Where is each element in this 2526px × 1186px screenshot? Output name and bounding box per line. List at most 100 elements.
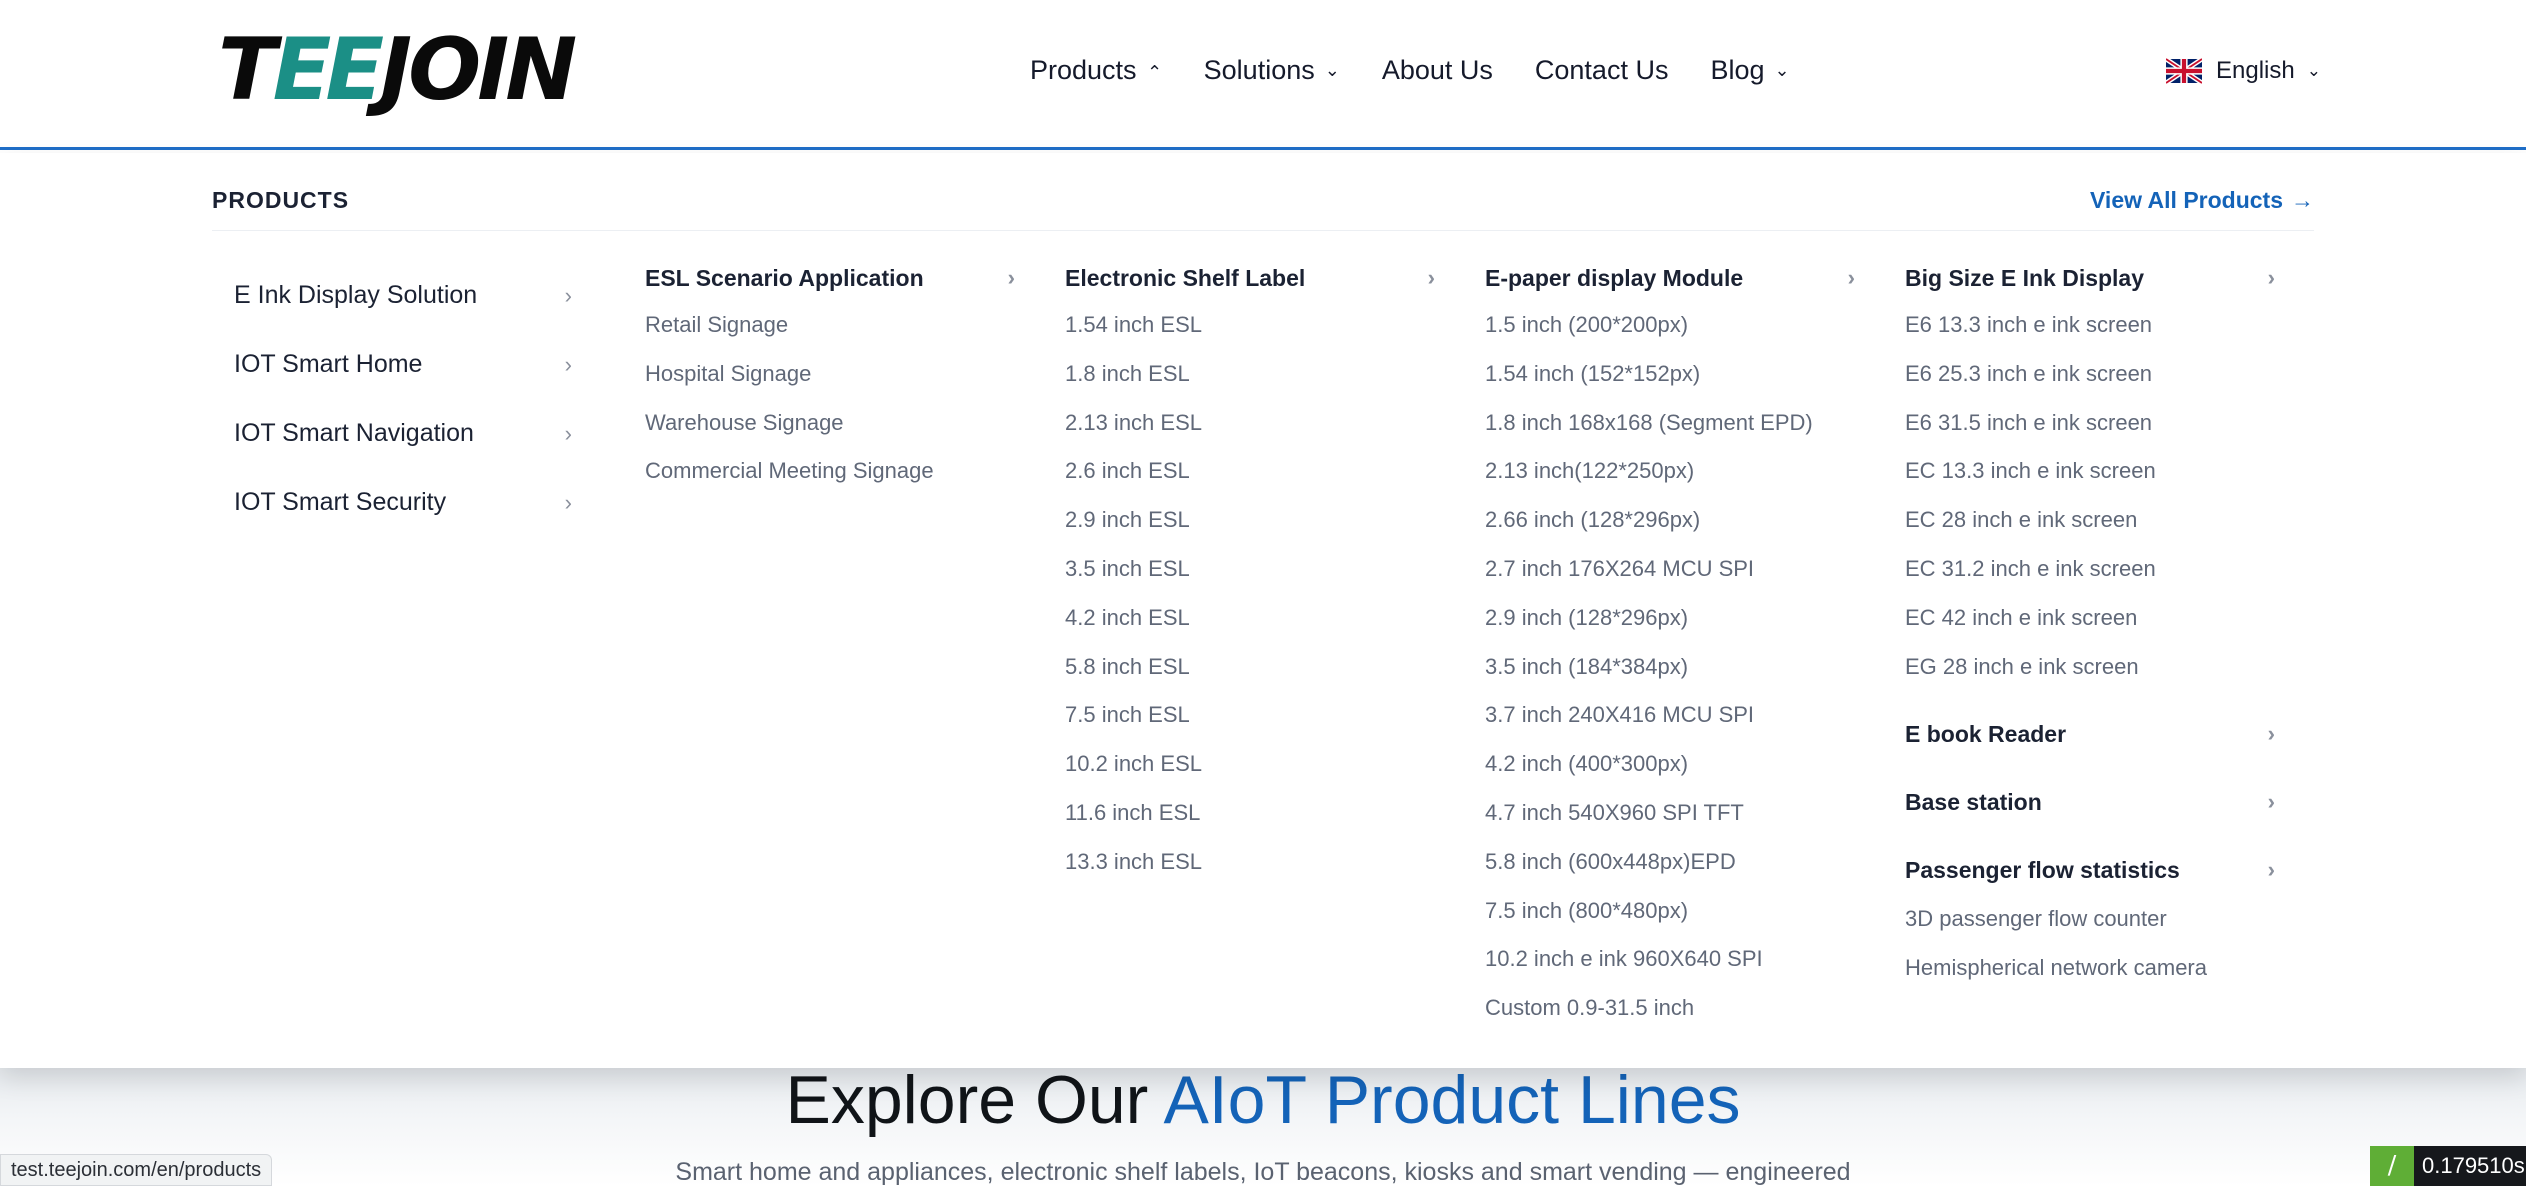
nav-blog[interactable]: Blog ⌄ bbox=[1710, 55, 1789, 86]
big-size-link[interactable]: EC 13.3 inch e ink screen bbox=[1905, 447, 2275, 496]
epaper-link[interactable]: Custom 0.9-31.5 inch bbox=[1485, 984, 1855, 1033]
esl-link[interactable]: 1.54 inch ESL bbox=[1065, 301, 1435, 350]
nav-contact-us[interactable]: Contact Us bbox=[1535, 55, 1669, 86]
passenger-flow-heading[interactable]: Passenger flow statistics › bbox=[1905, 845, 2275, 895]
esl-scenario-link[interactable]: Retail Signage bbox=[645, 301, 1015, 350]
group-title: Big Size E Ink Display bbox=[1905, 264, 2145, 291]
timer-overlay: ⧸ 0.179510s bbox=[2370, 1146, 2526, 1186]
category-label: IOT Smart Navigation bbox=[234, 419, 474, 447]
big-size-link[interactable]: EC 42 inch e ink screen bbox=[1905, 594, 2275, 643]
epaper-link[interactable]: 2.66 inch (128*296px) bbox=[1485, 496, 1855, 545]
esl-link[interactable]: 1.8 inch ESL bbox=[1065, 350, 1435, 399]
epaper-link[interactable]: 2.13 inch(122*250px) bbox=[1485, 447, 1855, 496]
big-size-heading[interactable]: Big Size E Ink Display › bbox=[1905, 255, 2275, 301]
category-e-ink-display-solution[interactable]: E Ink Display Solution › bbox=[234, 261, 572, 330]
group-title: E-paper display Module bbox=[1485, 264, 1744, 291]
chevron-right-icon: › bbox=[1847, 265, 1855, 290]
chevron-right-icon: › bbox=[564, 420, 572, 446]
chevron-right-icon: › bbox=[2267, 789, 2275, 815]
group-title: Electronic Shelf Label bbox=[1065, 264, 1306, 291]
big-size-column: Big Size E Ink Display › E6 13.3 inch e … bbox=[1905, 255, 2275, 993]
epaper-heading[interactable]: E-paper display Module › bbox=[1485, 255, 1855, 301]
big-size-link[interactable]: E6 31.5 inch e ink screen bbox=[1905, 399, 2275, 448]
nav-contact-us-label: Contact Us bbox=[1534, 54, 1669, 85]
esl-scenario-column: ESL Scenario Application › Retail Signag… bbox=[645, 255, 1015, 496]
esl-link[interactable]: 13.3 inch ESL bbox=[1065, 838, 1435, 887]
chevron-right-icon: › bbox=[564, 351, 572, 377]
epaper-link[interactable]: 3.5 inch (184*384px) bbox=[1485, 643, 1855, 692]
logo-part-t: T bbox=[218, 20, 277, 120]
esl-scenario-heading[interactable]: ESL Scenario Application › bbox=[645, 255, 1015, 301]
category-label: IOT Smart Security bbox=[234, 488, 447, 516]
hero-title-accent: AIoT Product Lines bbox=[1163, 1062, 1741, 1138]
epaper-link[interactable]: 4.2 inch (400*300px) bbox=[1485, 740, 1855, 789]
epaper-link[interactable]: 7.5 inch (800*480px) bbox=[1485, 887, 1855, 936]
nav-about-us[interactable]: About Us bbox=[1382, 55, 1493, 86]
category-iot-smart-navigation[interactable]: IOT Smart Navigation › bbox=[234, 399, 572, 468]
big-size-link[interactable]: E6 25.3 inch e ink screen bbox=[1905, 350, 2275, 399]
esl-link[interactable]: 4.2 inch ESL bbox=[1065, 594, 1435, 643]
esl-link[interactable]: 2.6 inch ESL bbox=[1065, 447, 1435, 496]
logo-part-join: JOIN bbox=[380, 20, 577, 120]
esl-link[interactable]: 11.6 inch ESL bbox=[1065, 789, 1435, 838]
arrow-right-icon: → bbox=[2291, 187, 2314, 213]
language-selector[interactable]: English ⌄ bbox=[2166, 54, 2321, 88]
nav-about-us-label: About Us bbox=[1381, 54, 1493, 85]
view-all-products-label: View All Products bbox=[2090, 187, 2283, 213]
epaper-link[interactable]: 2.9 inch (128*296px) bbox=[1485, 594, 1855, 643]
mega-menu-title: PRODUCTS bbox=[212, 187, 350, 213]
nav-solutions[interactable]: Solutions ⌄ bbox=[1204, 55, 1340, 86]
chevron-right-icon: › bbox=[2267, 265, 2275, 290]
category-list: E Ink Display Solution › IOT Smart Home … bbox=[234, 255, 572, 537]
chevron-down-icon: ⌄ bbox=[2306, 61, 2321, 80]
epaper-link[interactable]: 3.7 inch 240X416 MCU SPI bbox=[1485, 691, 1855, 740]
esl-scenario-link[interactable]: Warehouse Signage bbox=[645, 399, 1015, 448]
epaper-link[interactable]: 2.7 inch 176X264 MCU SPI bbox=[1485, 545, 1855, 594]
epaper-column: E-paper display Module › 1.5 inch (200*2… bbox=[1485, 255, 1855, 1033]
timer-value: 0.179510s bbox=[2422, 1153, 2525, 1178]
group-title: Passenger flow statistics bbox=[1905, 856, 2180, 883]
main-nav: Products ⌄ Solutions ⌄ About Us Contact … bbox=[1030, 46, 1832, 94]
category-iot-smart-home[interactable]: IOT Smart Home › bbox=[234, 330, 572, 399]
chevron-right-icon: › bbox=[564, 282, 572, 308]
epaper-link[interactable]: 1.5 inch (200*200px) bbox=[1485, 301, 1855, 350]
big-size-link[interactable]: EC 31.2 inch e ink screen bbox=[1905, 545, 2275, 594]
epaper-link[interactable]: 1.8 inch 168x168 (Segment EPD) bbox=[1485, 399, 1855, 448]
nav-products[interactable]: Products ⌄ bbox=[1030, 55, 1162, 86]
chevron-down-icon: ⌄ bbox=[1774, 59, 1790, 80]
epaper-link[interactable]: 4.7 inch 540X960 SPI TFT bbox=[1485, 789, 1855, 838]
esl-link[interactable]: 5.8 inch ESL bbox=[1065, 643, 1435, 692]
esl-scenario-link[interactable]: Hospital Signage bbox=[645, 350, 1015, 399]
nav-solutions-label: Solutions bbox=[1203, 54, 1315, 85]
esl-link[interactable]: 10.2 inch ESL bbox=[1065, 740, 1435, 789]
ebook-reader-heading[interactable]: E book Reader › bbox=[1905, 709, 2275, 759]
big-size-link[interactable]: EG 28 inch e ink screen bbox=[1905, 643, 2275, 692]
epaper-link[interactable]: 10.2 inch e ink 960X640 SPI bbox=[1485, 935, 1855, 984]
esl-link[interactable]: 7.5 inch ESL bbox=[1065, 691, 1435, 740]
big-size-link[interactable]: E6 13.3 inch e ink screen bbox=[1905, 301, 2275, 350]
view-all-products-link[interactable]: View All Products → bbox=[2090, 187, 2314, 214]
esl-scenario-link[interactable]: Commercial Meeting Signage bbox=[645, 447, 1015, 496]
category-iot-smart-security[interactable]: IOT Smart Security › bbox=[234, 468, 572, 537]
esl-heading[interactable]: Electronic Shelf Label › bbox=[1065, 255, 1435, 301]
category-label: E Ink Display Solution bbox=[234, 281, 478, 309]
esl-link[interactable]: 2.13 inch ESL bbox=[1065, 399, 1435, 448]
group-title: E book Reader bbox=[1905, 720, 2067, 747]
logo-part-ee: EE bbox=[272, 20, 384, 120]
teejoin-logo[interactable]: T EE JOIN bbox=[218, 20, 577, 120]
chevron-right-icon: › bbox=[564, 489, 572, 515]
passenger-flow-link[interactable]: 3D passenger flow counter bbox=[1905, 895, 2275, 944]
chevron-right-icon: › bbox=[2267, 721, 2275, 747]
leaf-icon: ⧸ bbox=[2370, 1146, 2414, 1186]
epaper-link[interactable]: 5.8 inch (600x448px)EPD bbox=[1485, 838, 1855, 887]
base-station-heading[interactable]: Base station › bbox=[1905, 777, 2275, 827]
passenger-flow-link[interactable]: Hemispherical network camera bbox=[1905, 944, 2275, 993]
big-size-link[interactable]: EC 28 inch e ink screen bbox=[1905, 496, 2275, 545]
nav-products-label: Products bbox=[1030, 54, 1137, 85]
hero-subtitle: Smart home and appliances, electronic sh… bbox=[675, 1158, 1851, 1186]
esl-link[interactable]: 3.5 inch ESL bbox=[1065, 545, 1435, 594]
group-title: Base station bbox=[1905, 788, 2042, 815]
esl-link[interactable]: 2.9 inch ESL bbox=[1065, 496, 1435, 545]
page: T EE JOIN Products ⌄ Solutions ⌄ About U… bbox=[0, 0, 2526, 1186]
epaper-link[interactable]: 1.54 inch (152*152px) bbox=[1485, 350, 1855, 399]
